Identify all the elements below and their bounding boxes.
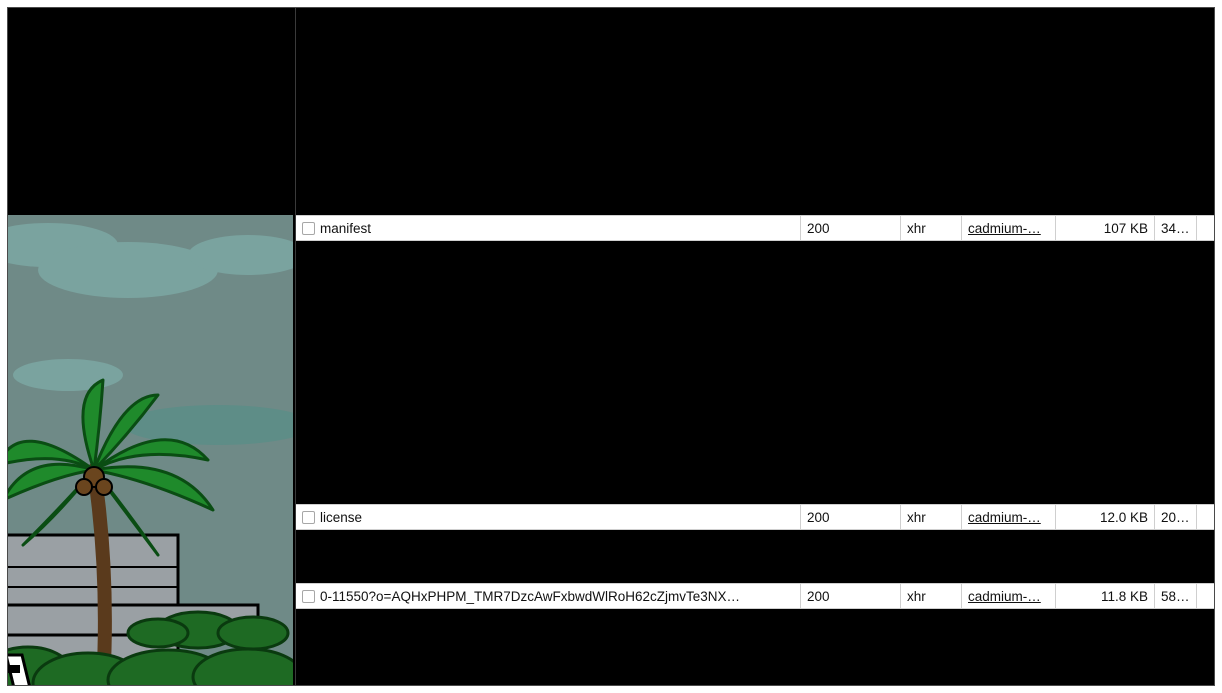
cell-type: xhr — [901, 505, 962, 529]
cell-waterfall — [1197, 584, 1214, 608]
cell-status: 200 — [801, 505, 901, 529]
row-checkbox[interactable] — [302, 590, 315, 603]
network-row[interactable]: license 200 xhr cadmium-… 12.0 KB 20… — [296, 504, 1214, 530]
cell-time: 20… — [1155, 505, 1197, 529]
network-row[interactable]: 0-11550?o=AQHxPHPM_TMR7DzcAwFxbwdWlRoH62… — [296, 583, 1214, 609]
initiator-link[interactable]: cadmium-… — [968, 589, 1041, 604]
cell-type: xhr — [901, 216, 962, 240]
cell-status: 200 — [801, 216, 901, 240]
cell-time: 34… — [1155, 216, 1197, 240]
cell-initiator: cadmium-… — [962, 216, 1056, 240]
row-checkbox[interactable] — [302, 222, 315, 235]
request-name[interactable]: 0-11550?o=AQHxPHPM_TMR7DzcAwFxbwdWlRoH62… — [320, 589, 740, 604]
request-name[interactable]: license — [320, 510, 362, 525]
video-preview-pane — [8, 215, 293, 686]
cell-name: 0-11550?o=AQHxPHPM_TMR7DzcAwFxbwdWlRoH62… — [296, 584, 801, 608]
cell-name: manifest — [296, 216, 801, 240]
initiator-link[interactable]: cadmium-… — [968, 221, 1041, 236]
cell-status: 200 — [801, 584, 901, 608]
cell-initiator: cadmium-… — [962, 505, 1056, 529]
network-log-pane: manifest 200 xhr cadmium-… 107 KB 34… li… — [296, 8, 1214, 685]
preview-illustration — [8, 215, 293, 686]
app-frame: manifest 200 xhr cadmium-… 107 KB 34… li… — [7, 7, 1215, 686]
cell-initiator: cadmium-… — [962, 584, 1056, 608]
initiator-link[interactable]: cadmium-… — [968, 510, 1041, 525]
cell-name: license — [296, 505, 801, 529]
cell-time: 58… — [1155, 584, 1197, 608]
network-row[interactable]: manifest 200 xhr cadmium-… 107 KB 34… — [296, 215, 1214, 241]
cell-size: 11.8 KB — [1056, 584, 1155, 608]
cell-waterfall — [1197, 216, 1214, 240]
request-name[interactable]: manifest — [320, 221, 371, 236]
cell-type: xhr — [901, 584, 962, 608]
cell-size: 107 KB — [1056, 216, 1155, 240]
cell-waterfall — [1197, 505, 1214, 529]
row-checkbox[interactable] — [302, 511, 315, 524]
cell-size: 12.0 KB — [1056, 505, 1155, 529]
